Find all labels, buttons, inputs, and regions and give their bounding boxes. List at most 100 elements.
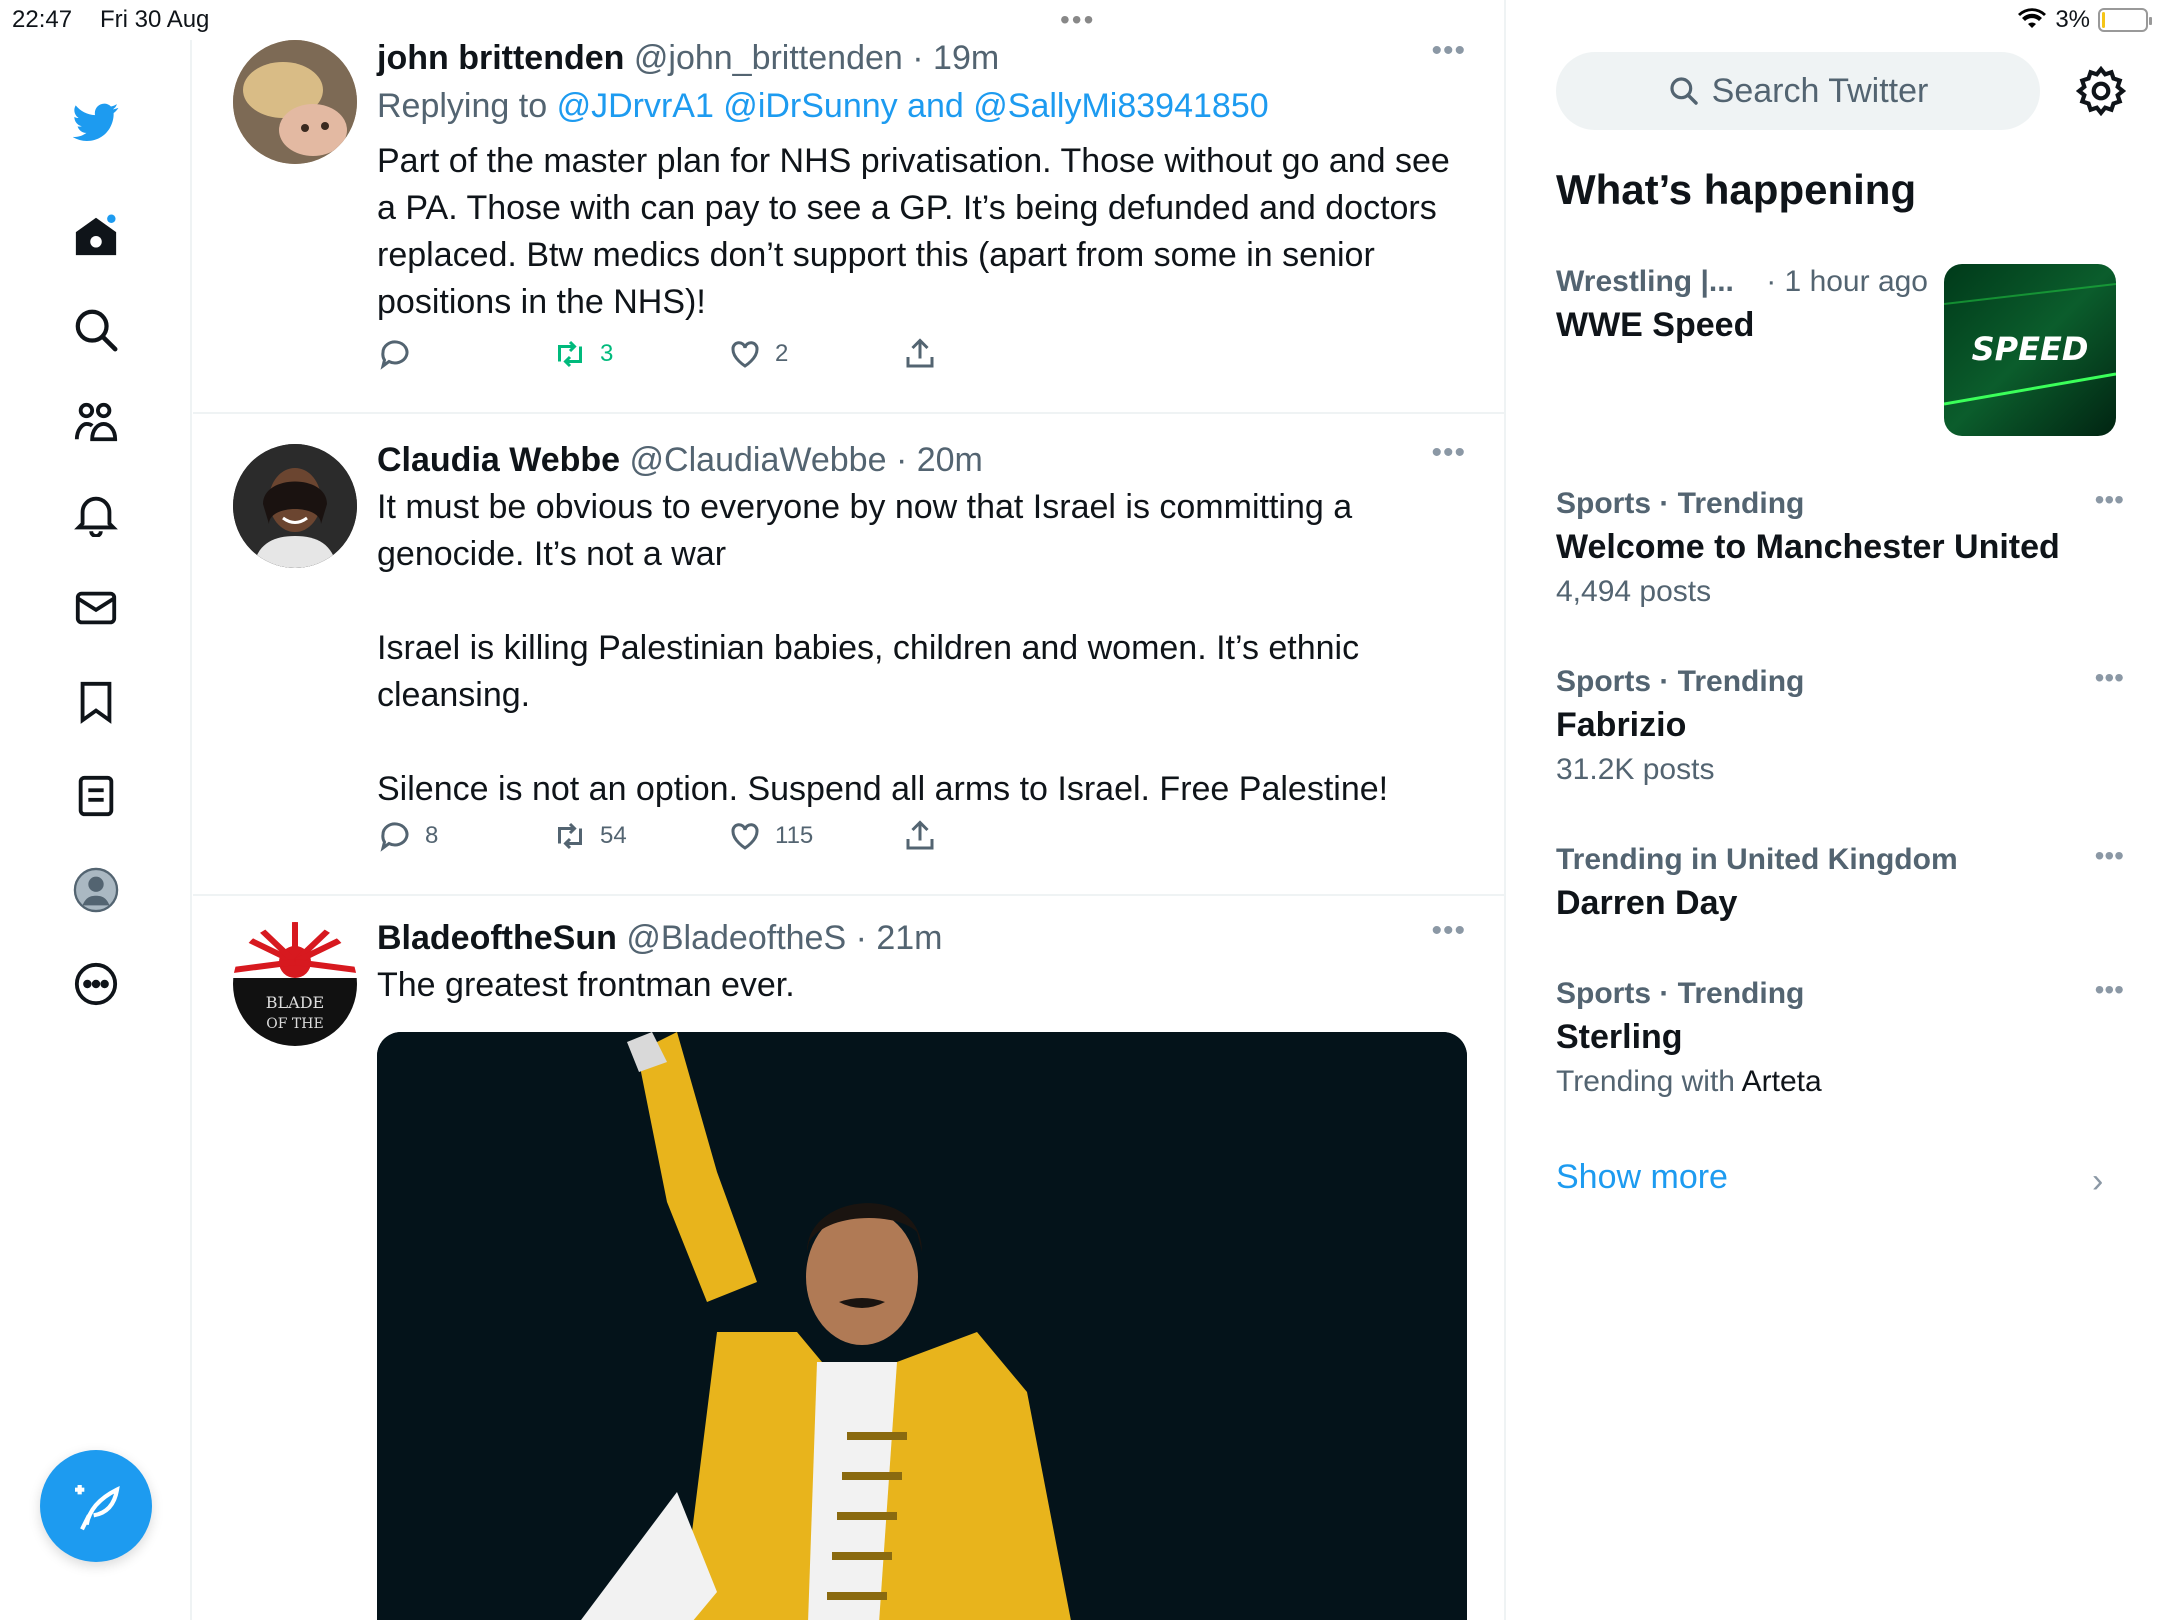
user-avatar[interactable]: BLADE OF THE bbox=[233, 922, 357, 1046]
thumbnail-logo-text: SPEED bbox=[1972, 330, 2089, 368]
like-count: 115 bbox=[775, 822, 814, 849]
share-icon bbox=[906, 820, 934, 850]
heart-icon bbox=[731, 823, 759, 850]
tweet-more-icon[interactable]: ••• bbox=[1431, 34, 1466, 68]
trend-more-icon[interactable]: ••• bbox=[2095, 484, 2124, 516]
replying-to: Replying to @JDrvrA1 @iDrSunny and @Sall… bbox=[377, 84, 1467, 128]
show-more-link[interactable]: Show more bbox=[1556, 1158, 1728, 1197]
share-button[interactable] bbox=[902, 818, 1077, 854]
tweet-more-icon[interactable]: ••• bbox=[1431, 914, 1466, 948]
featured-category: Wrestling |... bbox=[1556, 265, 1734, 298]
trend-context: · Trending bbox=[1651, 487, 1805, 520]
retweet-button[interactable]: 3 bbox=[552, 336, 727, 372]
like-button[interactable]: 2 bbox=[727, 336, 902, 372]
notifications-bell-icon[interactable] bbox=[64, 482, 128, 546]
retweet-icon bbox=[558, 340, 582, 368]
trend-context-bold: Trending in United Kingdom bbox=[1556, 843, 1958, 876]
author-handle[interactable]: @BladeoftheS bbox=[626, 919, 846, 957]
trend-more-icon[interactable]: ••• bbox=[2095, 974, 2124, 1006]
settings-gear-icon[interactable] bbox=[2076, 66, 2126, 116]
tweet-card[interactable]: Claudia Webbe @ClaudiaWebbe · 20m It mus… bbox=[193, 414, 1504, 896]
trend-item[interactable]: Sports · Trending Welcome to Manchester … bbox=[1556, 484, 2124, 614]
tweet-card[interactable]: BLADE OF THE BladeoftheSun @BladeoftheS ·… bbox=[193, 896, 1504, 1620]
tweet-time[interactable]: · 19m bbox=[912, 39, 999, 77]
trend-title: Fabrizio bbox=[1556, 706, 1687, 744]
replying-prefix: Replying to bbox=[377, 87, 548, 125]
author-name[interactable]: BladeoftheSun bbox=[377, 919, 617, 957]
search-icon[interactable] bbox=[64, 298, 128, 362]
trend-context: · Trending bbox=[1651, 665, 1805, 698]
reply-icon bbox=[380, 822, 409, 852]
trend-title: Sterling bbox=[1556, 1018, 1683, 1056]
tweet-header: john brittenden @john_brittenden · 19m bbox=[377, 36, 1467, 80]
author-handle[interactable]: @john_brittenden bbox=[634, 39, 903, 77]
trend-count: 31.2K posts bbox=[1556, 753, 1715, 786]
twitter-bird-icon[interactable] bbox=[64, 90, 128, 154]
trend-context-bold: Sports bbox=[1556, 977, 1652, 1010]
trend-more-icon[interactable]: ••• bbox=[2095, 662, 2124, 694]
trend-item[interactable]: Sports · Trending Sterling Trending with… bbox=[1556, 974, 2124, 1104]
tweet-text: Part of the master plan for NHS privatis… bbox=[377, 142, 1450, 321]
left-navigation bbox=[0, 40, 192, 1620]
share-icon bbox=[906, 338, 934, 368]
trend-count: Trending with Arteta bbox=[1556, 1060, 2116, 1104]
svg-text:OF THE: OF THE bbox=[266, 1016, 323, 1032]
tweet-text: It must be obvious to everyone by now th… bbox=[377, 488, 1389, 808]
featured-time: · 1 hour ago bbox=[1766, 265, 1928, 298]
messages-envelope-icon[interactable] bbox=[64, 576, 128, 640]
trend-item[interactable]: Trending in United Kingdom Darren Day ••… bbox=[1556, 840, 2124, 926]
share-button[interactable] bbox=[902, 336, 1077, 372]
retweet-count: 54 bbox=[600, 822, 627, 849]
timeline-feed: john brittenden @john_brittenden · 19m R… bbox=[193, 0, 1506, 1620]
more-circle-icon[interactable] bbox=[64, 952, 128, 1016]
tweet-time[interactable]: · 20m bbox=[896, 441, 983, 479]
reply-count: 8 bbox=[425, 822, 439, 849]
chevron-right-icon[interactable]: › bbox=[2092, 1162, 2103, 1201]
tweet-card[interactable]: john brittenden @john_brittenden · 19m R… bbox=[193, 0, 1504, 414]
profile-avatar-icon[interactable] bbox=[64, 858, 128, 922]
trend-context-bold: Sports bbox=[1556, 665, 1652, 698]
trend-title: Darren Day bbox=[1556, 884, 1738, 922]
replying-to-links[interactable]: @JDrvrA1 @iDrSunny and @SallyMi83941850 bbox=[557, 87, 1269, 125]
trend-count: 4,494 posts bbox=[1556, 575, 1712, 608]
search-twitter-input[interactable]: Search Twitter bbox=[1556, 52, 2040, 130]
avatar-logo-text: BLADE bbox=[266, 993, 324, 1012]
tweet-body: Claudia Webbe @ClaudiaWebbe · 20m It mus… bbox=[377, 438, 1467, 813]
tweet-header: BladeoftheSun @BladeoftheS · 21m bbox=[377, 916, 1467, 960]
author-name[interactable]: Claudia Webbe bbox=[377, 441, 620, 479]
compose-tweet-button[interactable] bbox=[40, 1450, 152, 1562]
heart-icon bbox=[731, 341, 759, 368]
bookmark-icon[interactable] bbox=[64, 670, 128, 734]
right-sidebar: Search Twitter What’s happening Wrestlin… bbox=[1508, 0, 2160, 1620]
trend-related-term[interactable]: Arteta bbox=[1742, 1065, 1822, 1098]
user-avatar[interactable] bbox=[233, 40, 357, 164]
retweet-icon bbox=[558, 822, 582, 850]
user-avatar[interactable] bbox=[233, 444, 357, 568]
featured-thumbnail[interactable]: SPEED bbox=[1944, 264, 2116, 436]
retweet-count: 3 bbox=[600, 340, 614, 367]
communities-icon[interactable] bbox=[64, 390, 128, 454]
tweet-media-image[interactable] bbox=[377, 1032, 1467, 1620]
whats-happening-heading: What’s happening bbox=[1556, 166, 1917, 213]
like-button[interactable]: 115 bbox=[727, 818, 902, 854]
reply-button[interactable] bbox=[377, 336, 552, 372]
tweet-actions: 3 2 bbox=[377, 336, 1077, 372]
trend-title: Welcome to Manchester United bbox=[1556, 528, 2060, 566]
tweet-text: The greatest frontman ever. bbox=[377, 966, 795, 1004]
search-icon bbox=[1670, 77, 1698, 105]
author-name[interactable]: john brittenden bbox=[377, 39, 624, 77]
tweet-body: john brittenden @john_brittenden · 19m R… bbox=[377, 36, 1467, 326]
compose-feather-icon bbox=[75, 1485, 120, 1531]
status-time: 22:47 bbox=[12, 6, 73, 33]
tweet-more-icon[interactable]: ••• bbox=[1431, 436, 1466, 470]
lists-icon[interactable] bbox=[64, 764, 128, 828]
reply-button[interactable]: 8 bbox=[377, 818, 552, 854]
trend-item[interactable]: Sports · Trending Fabrizio 31.2K posts •… bbox=[1556, 662, 2124, 792]
tweet-body: BladeoftheSun @BladeoftheS · 21m The gre… bbox=[377, 916, 1467, 1009]
retweet-button[interactable]: 54 bbox=[552, 818, 727, 854]
tweet-header: Claudia Webbe @ClaudiaWebbe · 20m bbox=[377, 438, 1467, 482]
author-handle[interactable]: @ClaudiaWebbe bbox=[630, 441, 887, 479]
home-icon[interactable] bbox=[64, 204, 128, 268]
tweet-time[interactable]: · 21m bbox=[856, 919, 943, 957]
trend-more-icon[interactable]: ••• bbox=[2095, 840, 2124, 872]
